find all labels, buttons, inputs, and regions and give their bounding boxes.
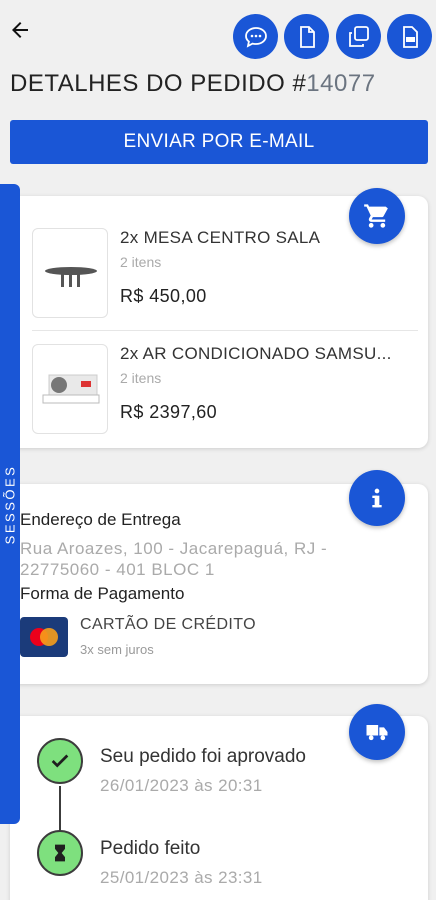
payment-label: Forma de Pagamento [20,584,185,603]
table-image [45,267,97,287]
info-button[interactable] [349,470,405,526]
document-icon [299,25,315,48]
hourglass-icon [55,844,65,862]
pdf-button[interactable] [387,14,432,59]
product-image [32,228,108,318]
item-price: R$ 2397,60 [120,402,218,422]
status-time: 25/01/2023 às 23:31 [100,868,263,887]
product-image [32,344,108,434]
air-conditioner-image [42,374,100,404]
send-email-button[interactable]: ENVIAR POR E-MAIL [10,120,428,164]
mastercard-icon [20,617,68,657]
status-title: Seu pedido foi aprovado [100,746,306,767]
page-title: DETALHES DO PEDIDO #14077 [10,70,376,98]
item-qty: 2 itens [120,370,162,386]
top-bar [0,0,436,70]
document-button[interactable] [284,14,329,59]
order-items-card: 2x MESA CENTRO SALA 2 itens R$ 450,00 2x… [10,188,428,448]
status-step-circle [37,830,83,876]
sessions-label-wrap: SESSÕES [0,184,20,824]
cart-button[interactable] [349,188,405,244]
payment-method: CARTÃO DE CRÉDITO [80,616,257,633]
info-icon [372,488,382,508]
order-status-card: Seu pedido foi aprovado 26/01/2023 às 20… [10,704,428,900]
order-number: 14077 [306,70,376,97]
chat-bubble-icon [244,26,267,48]
item-price: R$ 450,00 [120,286,207,306]
installments: 3x sem juros [80,642,154,657]
chat-button[interactable] [233,14,278,59]
delivery-info-card: Endereço de Entrega Rua Aroazes, 100 - J… [10,470,428,684]
sessions-side-tab[interactable]: SESSÕES [0,184,20,824]
copy-icon [348,25,369,47]
item-name: 2x MESA CENTRO SALA [120,228,321,247]
arrow-left-icon[interactable] [8,18,32,42]
sessions-label: SESSÕES [2,464,18,544]
delivery-label: Endereço de Entrega [20,510,181,529]
delivery-truck-icon [366,725,388,741]
item-name: 2x AR CONDICIONADO SAMSU... [120,344,392,363]
delivery-button[interactable] [349,704,405,760]
status-title: Pedido feito [100,838,201,859]
item-qty: 2 itens [120,254,162,270]
status-time: 26/01/2023 às 20:31 [100,776,263,795]
list-item[interactable]: 2x AR CONDICIONADO SAMSU... 2 itens R$ 2… [32,336,428,446]
check-icon [51,754,69,768]
cart-icon [364,204,388,228]
delivery-address: Rua Aroazes, 100 - Jacarepaguá, RJ - 227… [20,539,328,579]
status-step-circle [37,738,83,784]
copy-button[interactable] [336,14,381,59]
divider [32,330,418,331]
pdf-icon [402,25,418,48]
title-prefix: DETALHES DO PEDIDO # [10,70,307,97]
timeline-line [59,786,61,834]
